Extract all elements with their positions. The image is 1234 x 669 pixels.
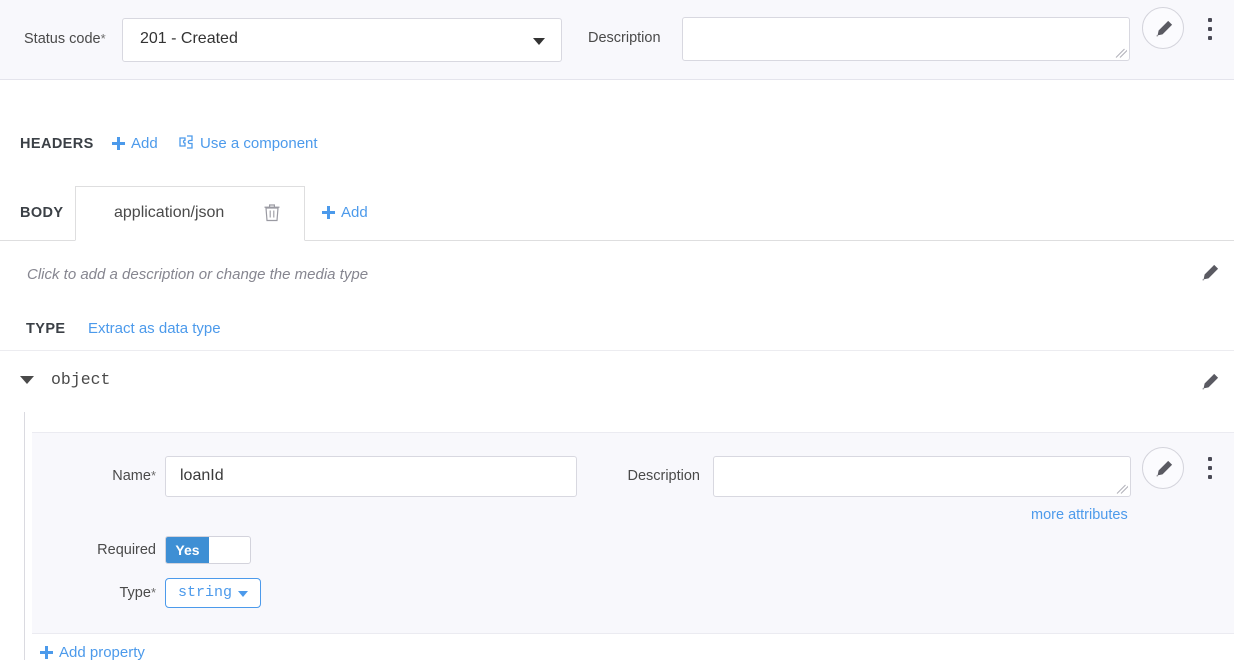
kebab-dot bbox=[1208, 18, 1212, 22]
status-code-select[interactable]: 201 - Created bbox=[122, 18, 562, 62]
status-code-bar: Status code* 201 - Created Description bbox=[0, 0, 1234, 80]
response-more-menu-button[interactable] bbox=[1201, 13, 1221, 47]
chevron-down-icon bbox=[238, 591, 248, 597]
type-section-header: TYPE Extract as data type bbox=[0, 318, 1234, 348]
headers-section: HEADERS Add Use a component bbox=[0, 128, 1234, 160]
add-property-label: Add property bbox=[59, 644, 145, 661]
property-more-menu-button[interactable] bbox=[1201, 452, 1221, 486]
property-required-toggle[interactable]: Yes bbox=[165, 536, 251, 564]
more-attributes-link[interactable]: more attributes bbox=[1031, 507, 1128, 523]
property-type-select[interactable]: string bbox=[165, 578, 261, 608]
pencil-icon bbox=[1156, 20, 1173, 37]
property-name-value: loanId bbox=[180, 467, 224, 484]
property-description-input[interactable] bbox=[713, 456, 1131, 497]
add-property-button[interactable]: Add property bbox=[40, 644, 145, 661]
property-description-label: Description bbox=[627, 468, 700, 484]
property-required-label: Required bbox=[97, 542, 156, 558]
body-add-media-type-button[interactable]: Add bbox=[322, 204, 368, 221]
property-type-label: Type* bbox=[119, 585, 157, 601]
tab-application-json[interactable]: application/json bbox=[75, 186, 305, 241]
kebab-dot bbox=[1208, 36, 1212, 40]
property-name-label: Name* bbox=[112, 468, 156, 484]
property-name-input[interactable]: loanId bbox=[165, 456, 577, 497]
media-type-edit-button[interactable] bbox=[1200, 263, 1220, 287]
media-type-description-placeholder[interactable]: Click to add a description or change the… bbox=[27, 266, 368, 283]
tab-application-json-label: application/json bbox=[114, 204, 225, 221]
trash-icon bbox=[264, 204, 280, 222]
required-marker: * bbox=[150, 585, 156, 600]
response-description-label: Description bbox=[588, 30, 661, 46]
triangle-down-icon[interactable] bbox=[20, 376, 34, 384]
root-type-row: object bbox=[0, 362, 1234, 404]
component-icon bbox=[179, 135, 193, 149]
response-description-input[interactable] bbox=[682, 17, 1130, 61]
headers-add-label: Add bbox=[131, 135, 158, 152]
response-edit-button[interactable] bbox=[1142, 7, 1184, 49]
plus-icon bbox=[112, 137, 125, 150]
status-code-label: Status code* bbox=[24, 31, 106, 47]
resize-handle-icon[interactable] bbox=[1116, 483, 1128, 495]
property-required-toggle-value: Yes bbox=[166, 537, 209, 563]
headers-add-button[interactable]: Add bbox=[112, 135, 158, 152]
type-divider bbox=[0, 350, 1234, 351]
headers-title: HEADERS bbox=[20, 136, 94, 152]
status-code-value: 201 - Created bbox=[140, 30, 238, 47]
plus-icon bbox=[40, 646, 53, 659]
chevron-down-icon bbox=[533, 38, 545, 45]
required-marker: * bbox=[150, 468, 156, 483]
pencil-icon bbox=[1156, 460, 1173, 477]
root-type-name: object bbox=[51, 370, 111, 389]
pencil-icon bbox=[1202, 264, 1219, 281]
body-title: BODY bbox=[20, 205, 64, 221]
body-add-label: Add bbox=[341, 204, 368, 221]
kebab-dot bbox=[1208, 457, 1212, 461]
pencil-icon bbox=[1202, 373, 1219, 390]
kebab-dot bbox=[1208, 466, 1212, 470]
delete-media-type-button[interactable] bbox=[264, 203, 280, 226]
required-marker: * bbox=[100, 31, 106, 46]
headers-use-component-label: Use a component bbox=[200, 135, 318, 152]
resize-handle-icon[interactable] bbox=[1115, 47, 1127, 59]
kebab-dot bbox=[1208, 475, 1212, 479]
extract-as-data-type-link[interactable]: Extract as data type bbox=[88, 320, 221, 337]
plus-icon bbox=[322, 206, 335, 219]
kebab-dot bbox=[1208, 27, 1212, 31]
tree-connector-line bbox=[24, 412, 25, 660]
headers-use-component-button[interactable]: Use a component bbox=[179, 135, 318, 152]
property-edit-button[interactable] bbox=[1142, 447, 1184, 489]
property-type-value: string bbox=[178, 584, 233, 601]
type-title: TYPE bbox=[26, 321, 66, 337]
root-type-edit-button[interactable] bbox=[1200, 372, 1220, 396]
